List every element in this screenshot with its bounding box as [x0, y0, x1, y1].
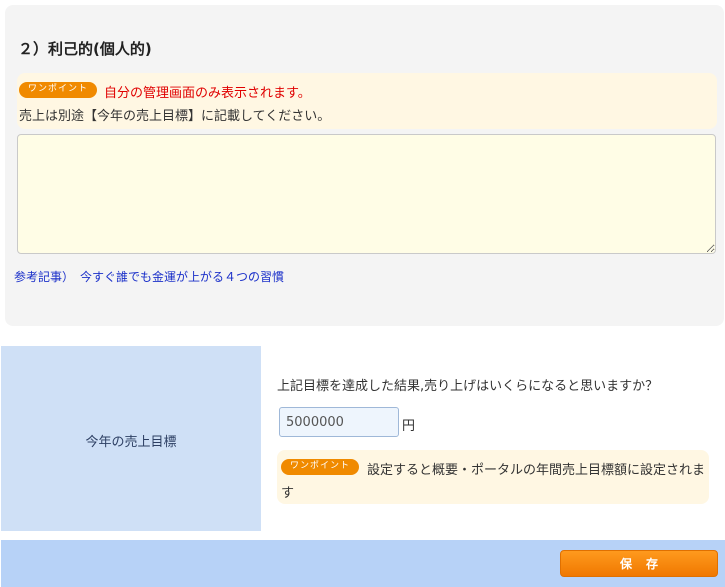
sales-goal-label-cell: 今年の売上目標	[1, 346, 261, 531]
currency-unit: 円	[402, 419, 416, 434]
reference-article-link[interactable]: 参考記事） 今すぐ誰でも金運が上がる４つの習慣	[14, 268, 284, 285]
form-footer: 保存	[1, 540, 725, 587]
one-point-hint: ワンポイント 自分の管理画面のみ表示されます。 売上は別途【今年の売上目標】に記…	[17, 73, 717, 129]
sales-goal-question: 上記目標を達成した結果,売り上げはいくらになると思いますか？	[277, 379, 659, 394]
section-heading: ２）利己的(個人的)	[18, 40, 152, 58]
one-point-badge: ワンポイント	[19, 82, 98, 98]
save-button[interactable]: 保存	[560, 550, 718, 577]
hint-note-text: 売上は別途【今年の売上目標】に記載してください。	[19, 109, 331, 124]
sales-goal-hint: ワンポイント 設定すると概要・ポータルの年間売上目標額に設定されます	[277, 450, 709, 504]
hint-warning-text: 自分の管理画面のみ表示されます。	[104, 86, 311, 101]
reflection-textarea[interactable]	[17, 134, 716, 254]
sales-goal-label: 今年の売上目標	[85, 435, 177, 450]
reflection-section: ２）利己的(個人的) ワンポイント 自分の管理画面のみ表示されます。 売上は別途…	[5, 5, 724, 326]
sales-amount-input[interactable]	[279, 407, 399, 437]
sales-goal-hint-text: 設定すると概要・ポータルの年間売上目標額に設定されます	[281, 463, 706, 501]
sales-goal-content: 上記目標を達成した結果,売り上げはいくらになると思いますか？ 円 ワンポイント …	[261, 346, 725, 531]
